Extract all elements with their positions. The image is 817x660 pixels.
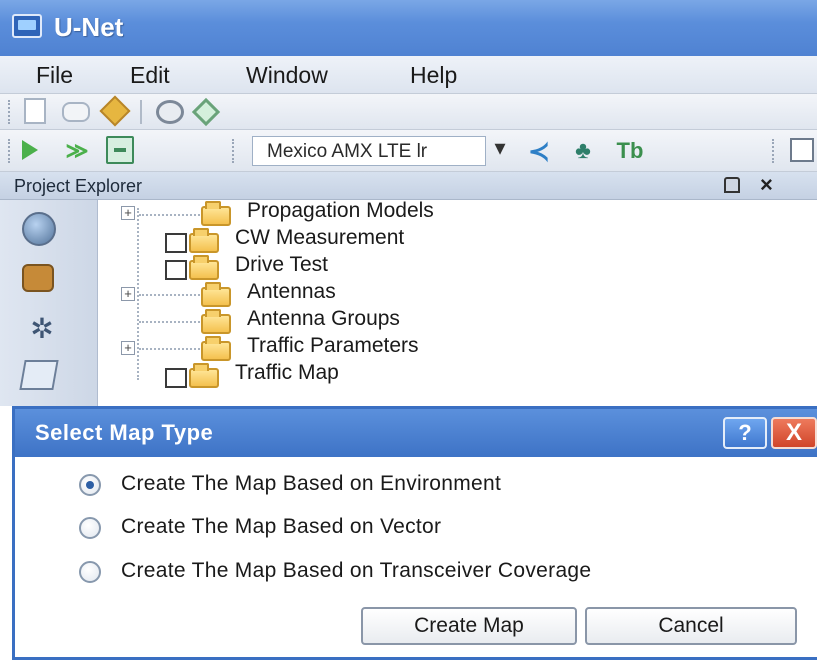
database-icon[interactable]	[22, 264, 54, 292]
radio-environment[interactable]	[79, 474, 101, 496]
toolbar-grip[interactable]	[8, 100, 12, 124]
project-tree: + Propagation Models CW Measurement Driv…	[99, 199, 817, 406]
help-button[interactable]: ?	[723, 417, 767, 449]
toolbar-separator	[140, 100, 142, 124]
step-forward-icon[interactable]: ≫	[64, 138, 90, 164]
settings-icon[interactable]	[156, 100, 184, 124]
window-titlebar: U-Net	[0, 0, 817, 56]
tree-expander[interactable]: +	[121, 341, 135, 355]
tree-item-antennas[interactable]: Antennas	[247, 280, 336, 304]
globe-icon[interactable]	[22, 212, 56, 246]
explorer-side-tabs: ✲	[0, 200, 98, 406]
menu-window[interactable]: Window	[246, 62, 328, 89]
toolbar-grip[interactable]	[8, 139, 12, 163]
tree-icon[interactable]: ♣	[568, 138, 598, 164]
share-icon[interactable]: ≺	[524, 138, 554, 164]
tree-checkbox[interactable]	[165, 260, 187, 280]
new-file-icon[interactable]	[24, 98, 46, 124]
diamond-gold-icon[interactable]	[99, 95, 131, 127]
dialog-titlebar: Select Map Type ? X	[15, 409, 817, 457]
menu-edit[interactable]: Edit	[130, 62, 170, 89]
project-explorer-header: Project Explorer ×	[0, 172, 817, 200]
select-map-type-dialog: Select Map Type ? X Create The Map Based…	[12, 406, 817, 660]
toolbar-grip[interactable]	[232, 139, 236, 163]
tree-item-drive-test[interactable]: Drive Test	[235, 253, 328, 277]
tree-item-propagation-models[interactable]: Propagation Models	[247, 199, 434, 223]
diamond-green-icon[interactable]	[191, 97, 221, 127]
tree-expander[interactable]: +	[121, 287, 135, 301]
close-icon[interactable]: ×	[760, 172, 773, 198]
tree-connector	[139, 214, 203, 216]
people-icon[interactable]: ✲	[22, 312, 62, 346]
folder-icon	[201, 282, 231, 307]
radio-transceiver-coverage[interactable]	[79, 561, 101, 583]
menu-file[interactable]: File	[36, 62, 73, 89]
create-map-button[interactable]: Create Map	[361, 607, 577, 645]
network-icon[interactable]	[106, 136, 134, 164]
menu-bar: File Edit Window Help	[0, 56, 817, 94]
folder-icon	[189, 255, 219, 280]
folder-icon	[201, 309, 231, 334]
app-icon	[12, 14, 42, 38]
pin-icon[interactable]	[724, 177, 740, 193]
folder-icon	[189, 228, 219, 253]
tree-connector	[139, 294, 203, 296]
tree-item-traffic-parameters[interactable]: Traffic Parameters	[247, 334, 419, 358]
window-title: U-Net	[54, 12, 124, 42]
tree-checkbox[interactable]	[165, 233, 187, 253]
tree-connector	[139, 321, 203, 323]
chevron-down-icon[interactable]: ▾	[490, 137, 510, 162]
menu-help[interactable]: Help	[410, 62, 457, 89]
tree-item-traffic-map[interactable]: Traffic Map	[235, 361, 339, 385]
toolbar-standard	[0, 94, 817, 130]
project-select[interactable]: Mexico AMX LTE lr	[252, 136, 486, 166]
rectangle-select-icon[interactable]	[790, 138, 814, 162]
radio-vector[interactable]	[79, 517, 101, 539]
dialog-title: Select Map Type	[35, 420, 214, 445]
toolbar-grip[interactable]	[772, 139, 776, 163]
close-button[interactable]: X	[771, 417, 817, 449]
folder-icon	[189, 363, 219, 388]
notepad-icon[interactable]	[19, 360, 59, 390]
tree-expander[interactable]: +	[121, 206, 135, 220]
hierarchy-icon[interactable]: Tb	[612, 136, 648, 166]
radio-label-transceiver-coverage[interactable]: Create The Map Based on Transceiver Cove…	[121, 559, 591, 583]
play-icon[interactable]	[22, 140, 38, 160]
tree-connector	[139, 348, 203, 350]
radio-label-environment[interactable]: Create The Map Based on Environment	[121, 472, 501, 496]
radio-label-vector[interactable]: Create The Map Based on Vector	[121, 515, 441, 539]
folder-icon	[201, 336, 231, 361]
open-icon[interactable]	[62, 102, 90, 122]
tree-checkbox[interactable]	[165, 368, 187, 388]
tree-item-antenna-groups[interactable]: Antenna Groups	[247, 307, 400, 331]
cancel-button[interactable]: Cancel	[585, 607, 797, 645]
toolbar-project: ≫ Mexico AMX LTE lr ▾ ≺ ♣ Tb	[0, 130, 817, 172]
panel-title: Project Explorer	[14, 176, 143, 196]
folder-icon	[201, 201, 231, 226]
tree-item-cw-measurement[interactable]: CW Measurement	[235, 226, 404, 250]
